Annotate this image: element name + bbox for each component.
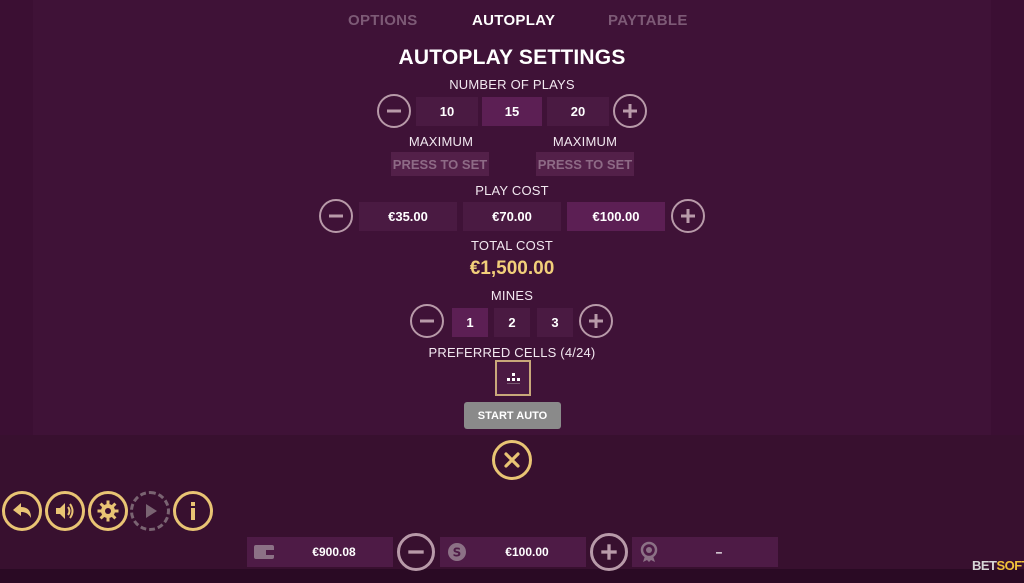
tab-options[interactable]: OPTIONS [348, 12, 417, 29]
back-button[interactable] [2, 491, 42, 531]
bet-box: S €100.00 [440, 537, 586, 567]
back-arrow-icon [13, 503, 31, 518]
balance-value: €900.08 [312, 545, 356, 559]
win-box: – [632, 537, 778, 567]
mines-label: MINES [490, 288, 534, 303]
bet-value: €100.00 [505, 545, 549, 559]
bottom-strip [0, 569, 1024, 583]
plus-icon [589, 314, 603, 328]
play-cost-minus-button[interactable] [319, 199, 353, 233]
mines-minus-button[interactable] [410, 304, 444, 338]
preferred-cells-button[interactable] [495, 360, 531, 396]
win-value: – [715, 545, 723, 559]
info-icon [191, 502, 195, 520]
plays-minus-button[interactable] [377, 94, 411, 128]
play-cost-plus-button[interactable] [671, 199, 705, 233]
start-auto-button[interactable]: START AUTO [464, 402, 561, 429]
plus-icon [681, 209, 695, 223]
play-cost-option-100[interactable]: €100.00 [567, 202, 665, 231]
logo-part-1: BET [972, 558, 997, 573]
bet-minus-button[interactable] [397, 533, 435, 571]
info-button[interactable] [173, 491, 213, 531]
tab-paytable[interactable]: PAYTABLE [608, 12, 687, 29]
close-icon [504, 452, 520, 468]
page-title: AUTOPLAY SETTINGS [398, 46, 626, 69]
total-cost-label: TOTAL COST [471, 238, 553, 253]
plays-option-20[interactable]: 20 [547, 97, 609, 126]
autoplay-button[interactable] [130, 491, 170, 531]
settings-button[interactable] [88, 491, 128, 531]
plays-option-10[interactable]: 10 [416, 97, 478, 126]
close-button[interactable] [492, 440, 532, 480]
tab-autoplay[interactable]: AUTOPLAY [472, 12, 555, 29]
play-cost-option-35[interactable]: €35.00 [359, 202, 457, 231]
balance-box: €900.08 [247, 537, 393, 567]
betsoft-logo: BETSOFT [972, 558, 1024, 573]
sound-icon [56, 503, 74, 519]
coins-icon: S [446, 541, 468, 563]
plays-option-15[interactable]: 15 [482, 97, 542, 126]
tab-bar: OPTIONS AUTOPLAY PAYTABLE [320, 8, 710, 36]
award-icon [638, 541, 660, 563]
play-cost-label: PLAY COST [475, 183, 549, 198]
minus-icon [329, 214, 343, 218]
plays-plus-button[interactable] [613, 94, 647, 128]
minus-icon [387, 109, 401, 113]
sound-button[interactable] [45, 491, 85, 531]
grid-icon [507, 373, 520, 384]
plays-label: NUMBER OF PLAYS [449, 77, 575, 92]
play-cost-option-70[interactable]: €70.00 [463, 202, 561, 231]
logo-part-2: SOFT [996, 558, 1024, 573]
preferred-cells-label: PREFERRED CELLS (4/24) [428, 345, 596, 360]
minus-icon [408, 550, 424, 554]
max-loss-button[interactable]: PRESS TO SET [391, 152, 489, 176]
bet-plus-button[interactable] [590, 533, 628, 571]
mines-plus-button[interactable] [579, 304, 613, 338]
total-cost-value: €1,500.00 [469, 258, 555, 279]
mines-option-3[interactable]: 3 [537, 308, 573, 337]
wallet-icon [253, 541, 275, 563]
minus-icon [420, 319, 434, 323]
plus-icon [623, 104, 637, 118]
mines-option-2[interactable]: 2 [494, 308, 530, 337]
gear-icon [97, 500, 119, 522]
autoplay-icon [146, 504, 157, 518]
mines-option-1[interactable]: 1 [452, 308, 488, 337]
max-profit-button[interactable]: PRESS TO SET [536, 152, 634, 176]
plus-icon [601, 544, 617, 560]
svg-text:S: S [453, 546, 462, 560]
